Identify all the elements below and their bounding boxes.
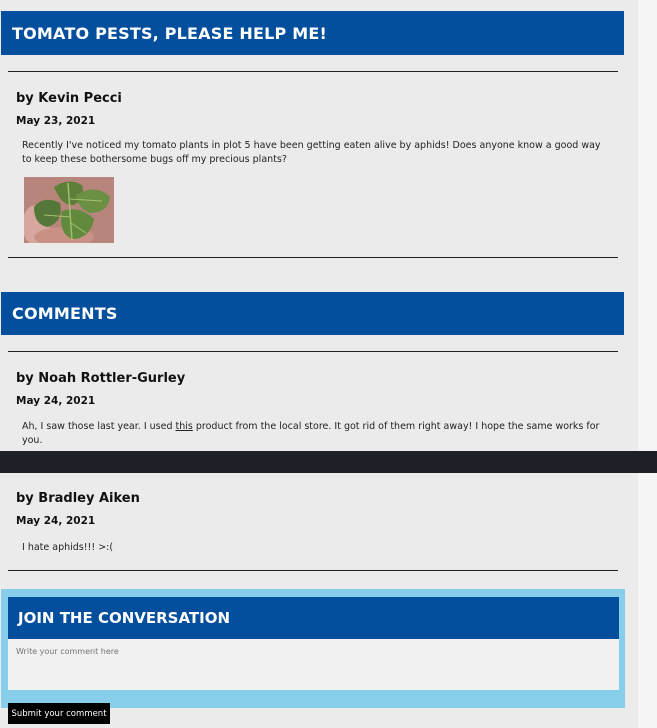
comment-body: Ah, I saw those last year. I used this p… — [22, 420, 602, 448]
post-date: May 23, 2021 — [16, 115, 96, 127]
comment-body: I hate aphids!!! >:( — [22, 542, 114, 553]
post-title-banner: TOMATO PESTS, PLEASE HELP ME! — [1, 11, 624, 55]
divider — [8, 351, 618, 352]
join-heading: JOIN THE CONVERSATION — [18, 609, 231, 627]
divider — [8, 71, 618, 72]
post-author: by Kevin Pecci — [16, 91, 122, 106]
comments-banner: COMMENTS — [1, 292, 624, 335]
divider — [8, 570, 618, 571]
comments-heading: COMMENTS — [12, 304, 118, 323]
submit-comment-button[interactable]: Submit your comment — [8, 703, 110, 724]
leaf-illustration — [24, 177, 114, 243]
comment-separator-bar — [0, 451, 657, 473]
comment-author: by Bradley Aiken — [16, 491, 140, 506]
post-body: Recently I've noticed my tomato plants i… — [22, 140, 601, 165]
post-title: TOMATO PESTS, PLEASE HELP ME! — [12, 23, 327, 43]
tomato-leaf-photo[interactable] — [24, 177, 114, 243]
divider — [8, 257, 618, 258]
join-banner: JOIN THE CONVERSATION — [8, 597, 619, 639]
comment-author: by Noah Rottler-Gurley — [16, 371, 186, 386]
comment-text: Ah, I saw those last year. I used — [22, 421, 176, 432]
page-side-strip — [638, 0, 657, 728]
product-link[interactable]: this — [176, 421, 193, 432]
comment-input[interactable] — [8, 639, 619, 690]
comment-date: May 24, 2021 — [16, 395, 96, 407]
comment-date: May 24, 2021 — [16, 515, 96, 527]
